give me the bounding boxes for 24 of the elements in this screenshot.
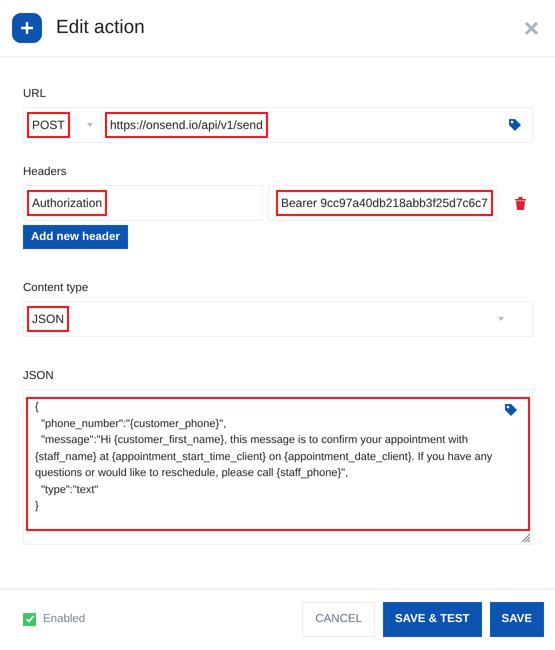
add-icon (12, 13, 42, 43)
caret-icon (87, 123, 93, 127)
field-label: URL (23, 88, 48, 100)
header-name-field[interactable]: Authorization (23, 185, 263, 221)
footer-button[interactable]: SAVE (490, 602, 544, 636)
json-textarea[interactable]: { "phone_number":"{customer_phone}", "message":"Hi {customer_first_name}, this message is to confirm your appointment with {staff_name} at {appointment_start_time_client} on {appointment_date_client}. If you have any questions or would like to reschedule, please call {staff_phone}", "type":"text" } (23, 389, 533, 545)
enabled-checkbox[interactable] (23, 612, 36, 626)
tag-icon[interactable] (504, 403, 518, 417)
caret-icon (498, 317, 504, 321)
delete-icon[interactable] (515, 196, 526, 210)
tag-icon[interactable] (508, 118, 522, 132)
footer-button[interactable]: CANCEL (302, 602, 375, 636)
url-field[interactable]: https://onsend.io/api/v1/send (102, 107, 533, 143)
method-select[interactable]: POST (23, 107, 102, 143)
dialog-title: Edit action (56, 17, 146, 39)
field-label: Content type (23, 282, 90, 294)
field-label: JSON (23, 370, 55, 382)
add-header-button[interactable]: Add new header (23, 225, 128, 249)
footer-button[interactable]: SAVE & TEST (382, 602, 482, 636)
field-label: Headers (23, 166, 68, 178)
enabled-label: Enabled (43, 613, 86, 625)
resize-grip-icon[interactable] (522, 534, 530, 542)
content-type-select[interactable]: JSON (23, 301, 533, 337)
header-value-field[interactable]: Bearer 9cc97a40db218abb3f25d7c6c7 (268, 185, 498, 221)
